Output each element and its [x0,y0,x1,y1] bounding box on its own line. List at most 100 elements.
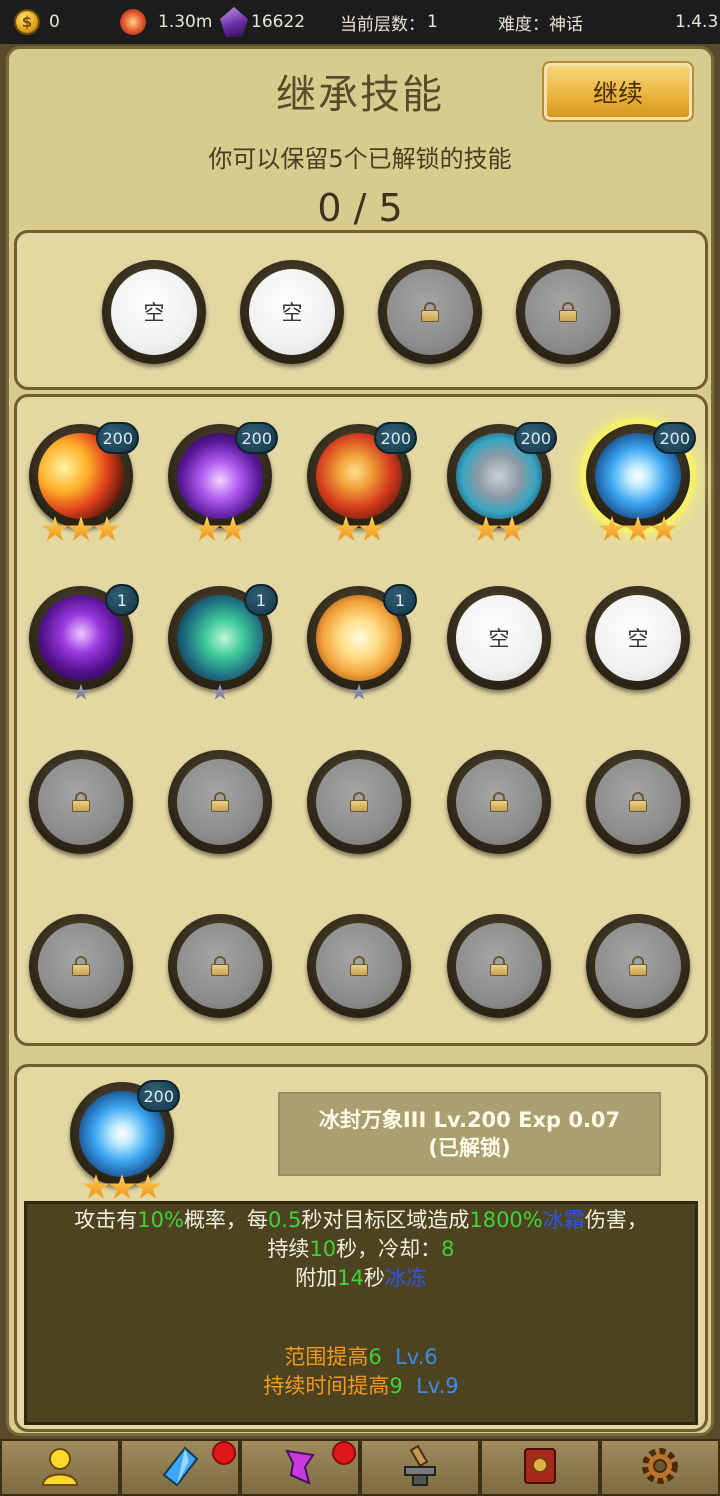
star-icon [358,516,386,541]
locked-slot [316,759,402,845]
lock-icon [211,956,229,976]
notification-dot [212,1441,236,1465]
skill-slot-20 [586,914,690,1018]
gold-counter: $ 0 [14,0,60,44]
locked-slot [177,923,263,1009]
desc-line-2: 持续10秒，冷却：8 [267,1237,455,1261]
locked-slot [456,759,542,845]
star-icon [650,516,678,541]
star-icon [134,1174,162,1199]
locked-slot [316,923,402,1009]
skill-slot-6[interactable]: 1 [29,584,139,700]
desc-line-3: 附加14秒冰冻 [295,1266,427,1290]
skill-slot-1[interactable]: 200 [29,422,139,541]
lock-icon [629,792,647,812]
skill-slot-5[interactable]: 200 [586,422,696,541]
star-rating [168,684,272,705]
skill-slot-13 [307,750,411,854]
star-rating [447,516,551,547]
skill-slot-2[interactable]: 200 [168,422,278,541]
locked-slot [525,269,611,355]
lock-icon [629,956,647,976]
star-icon [211,684,229,700]
game-screen: $ 0 1.30m 16622 当前层数： 1 难度： 神话 1.4.3 继承技… [0,0,720,1496]
locked-slot [387,269,473,355]
star-rating [307,684,411,705]
skill-slot-8[interactable]: 1 [307,584,417,700]
power-counter: 1.30m [120,0,212,44]
star-icon [82,1174,110,1199]
level-badge: 1 [383,584,417,616]
selected-slot-1[interactable]: 空 [102,260,206,364]
empty-slot: 空 [456,595,542,681]
level-badge: 1 [105,584,139,616]
floor-label: 当前层数： [340,14,425,35]
skill-slot-11 [29,750,133,854]
skill-slot-10[interactable]: 空 [586,586,690,690]
skill-slot-16 [29,914,133,1018]
lock-icon [72,792,90,812]
nav-tab-forge-anvil[interactable] [360,1439,480,1496]
lock-icon [72,956,90,976]
skill-slot-14 [447,750,551,854]
version-label: 1.4.3 [675,0,718,44]
star-rating [586,516,690,547]
locked-slot [38,759,124,845]
star-icon [41,516,69,541]
notification-dot [332,1441,356,1465]
purple-gem-icon [220,7,248,37]
lock-icon [490,792,508,812]
nav-tab-hero[interactable] [0,1439,120,1496]
gem-value: 16622 [251,12,306,32]
level-badge: 200 [514,422,557,454]
star-rating [307,516,411,547]
nav-tab-spellbook[interactable] [480,1439,600,1496]
star-icon [67,516,95,541]
selected-slot-2[interactable]: 空 [240,260,344,364]
star-icon [598,516,626,541]
level-badge: 200 [235,422,278,454]
hero-icon [39,1445,81,1491]
level-badge: 200 [653,422,696,454]
skill-slot-17 [168,914,272,1018]
selection-counter: 0 / 5 [317,186,403,230]
blue-crystal-icon [159,1445,201,1491]
star-icon [219,516,247,541]
lock-icon [211,792,229,812]
selected-slot-3 [378,260,482,364]
lock-icon [490,956,508,976]
skill-slot-19 [447,914,551,1018]
level-badge: 1 [244,584,278,616]
nav-tab-purple-crystal[interactable] [240,1439,360,1496]
difficulty-indicator: 难度： 神话 [498,0,583,44]
skill-slot-7[interactable]: 1 [168,584,278,700]
status-bar: $ 0 1.30m 16622 当前层数： 1 难度： 神话 1.4.3 [0,0,720,44]
skill-slot-4[interactable]: 200 [447,422,557,541]
version-text: 1.4.3 [675,12,719,32]
skill-slot-15 [586,750,690,854]
floor-value: 1 [427,12,438,32]
level-badge: 200 [96,422,139,454]
skill-name: 冰封万象III Lv.200 Exp 0.07 [318,1108,621,1132]
bottom-nav [0,1439,720,1496]
skill-slot-3[interactable]: 200 [307,422,417,541]
nav-tab-blue-crystal[interactable] [120,1439,240,1496]
power-value: 1.30m [158,12,213,32]
continue-button[interactable]: 继续 [542,61,694,122]
skill-name-box: 冰封万象III Lv.200 Exp 0.07 (已解锁) [278,1092,661,1176]
skill-slot-9[interactable]: 空 [447,586,551,690]
lock-icon [350,792,368,812]
selected-slot-4 [516,260,620,364]
lock-icon [350,956,368,976]
upgrade-line-range: 范围提高6 Lv.6 [284,1345,438,1369]
star-icon [498,516,526,541]
lock-icon [421,302,439,322]
nav-tab-settings-gear[interactable] [600,1439,720,1496]
star-icon [108,1174,136,1199]
floor-indicator: 当前层数： 1 [340,0,438,44]
locked-slot [595,759,681,845]
star-icon [472,516,500,541]
star-icon [93,516,121,541]
gold-value: 0 [49,12,60,32]
level-badge: 200 [374,422,417,454]
